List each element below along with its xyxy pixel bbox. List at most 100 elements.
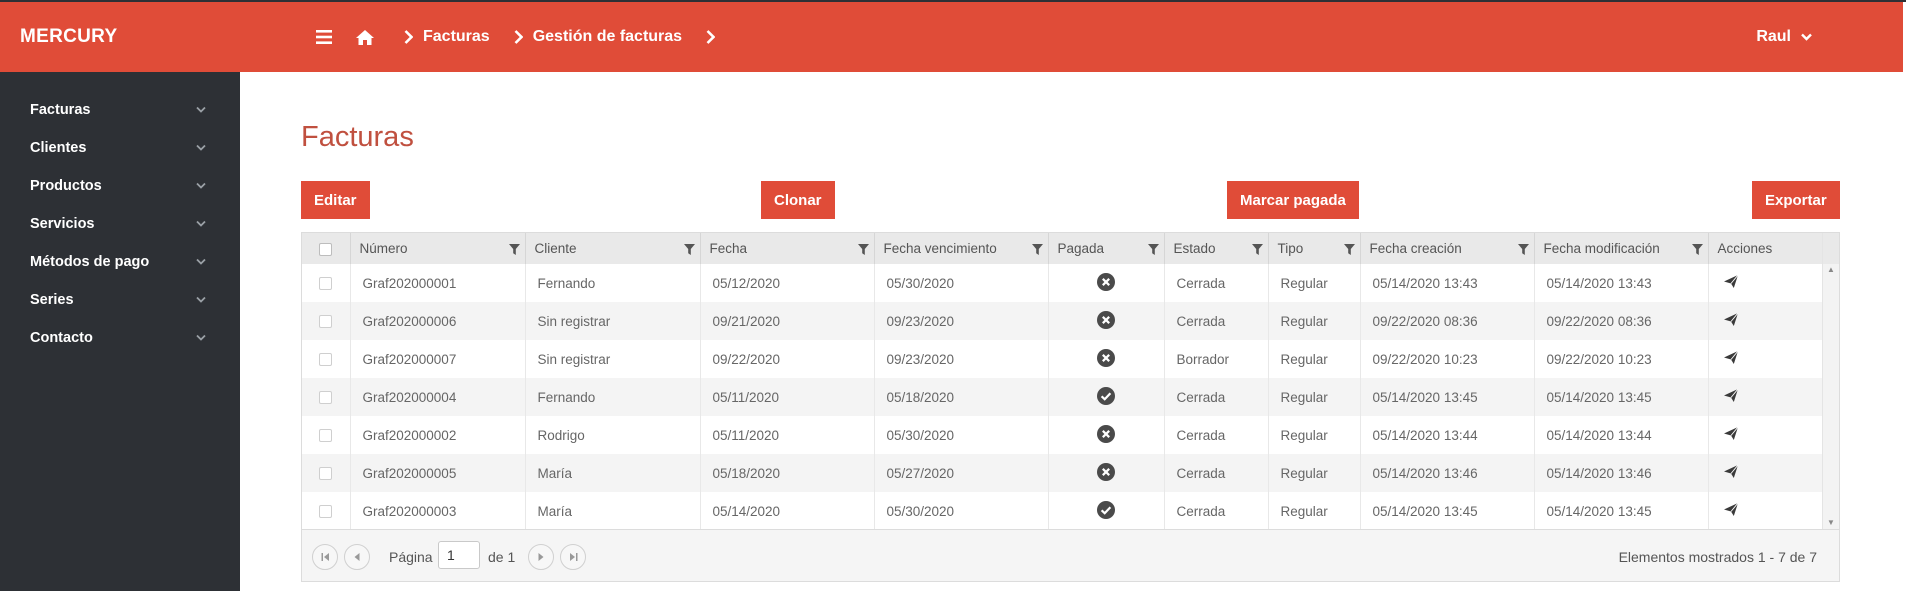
- edit-button[interactable]: Editar: [301, 181, 370, 219]
- filter-icon[interactable]: [683, 244, 695, 255]
- column-header-fecha-modificacion[interactable]: Fecha modificación: [1534, 233, 1709, 264]
- vertical-scrollbar[interactable]: ▲ ▼: [1822, 233, 1839, 529]
- filter-icon[interactable]: [1691, 244, 1703, 255]
- column-header-label: Número: [359, 241, 408, 256]
- app-brand[interactable]: MERCURY: [20, 26, 117, 48]
- items-shown-info: Elementos mostrados 1 - 7 de 7: [1618, 549, 1817, 565]
- table-row[interactable]: Graf202000005 María 05/18/2020 05/27/2020 Ce…: [302, 454, 1824, 492]
- row-actions-cell: [1708, 264, 1824, 302]
- table-row[interactable]: Graf202000006 Sin registrar 09/21/2020 09/2…: [302, 302, 1824, 340]
- column-header-fecha-vencimiento[interactable]: Fecha vencimiento: [874, 233, 1049, 264]
- breadcrumb-gestion-facturas[interactable]: Gestión de facturas: [533, 28, 682, 46]
- cell-numero: Graf202000007: [350, 340, 526, 378]
- cell-estado: Cerrada: [1164, 264, 1269, 302]
- send-icon[interactable]: [1723, 464, 1738, 478]
- mark-paid-button[interactable]: Marcar pagada: [1227, 181, 1359, 219]
- filter-icon[interactable]: [857, 244, 869, 255]
- first-page-icon: [321, 553, 329, 561]
- cell-estado: Borrador: [1164, 340, 1269, 378]
- filter-icon[interactable]: [1517, 244, 1529, 255]
- send-icon[interactable]: [1723, 426, 1738, 440]
- cell-fecha: 05/14/2020: [700, 492, 875, 530]
- cell-tipo: Regular: [1268, 264, 1361, 302]
- row-select-cell: [302, 340, 351, 378]
- first-page-button[interactable]: [312, 544, 338, 570]
- cell-tipo: Regular: [1268, 492, 1361, 530]
- cell-numero: Graf202000001: [350, 264, 526, 302]
- filter-icon[interactable]: [1343, 244, 1355, 255]
- send-icon[interactable]: [1723, 274, 1738, 288]
- filter-icon[interactable]: [1031, 244, 1043, 255]
- home-icon[interactable]: [356, 29, 374, 45]
- row-actions-cell: [1708, 492, 1824, 530]
- chevron-right-icon: [706, 30, 716, 44]
- clone-button[interactable]: Clonar: [761, 181, 835, 219]
- scroll-up-arrow-icon[interactable]: ▲: [1823, 265, 1839, 274]
- column-header-estado[interactable]: Estado: [1164, 233, 1269, 264]
- chevron-down-icon: [196, 258, 206, 265]
- filter-icon[interactable]: [1147, 244, 1159, 255]
- sidebar-item-contacto[interactable]: Contacto: [0, 319, 240, 357]
- table-row[interactable]: Graf202000007 Sin registrar 09/22/2020 09/2…: [302, 340, 1824, 378]
- sidebar-item-clientes[interactable]: Clientes: [0, 129, 240, 167]
- table-row[interactable]: Graf202000001 Fernando 05/12/2020 05/30/202…: [302, 264, 1824, 302]
- hamburger-icon[interactable]: [316, 30, 332, 44]
- row-checkbox[interactable]: [319, 277, 333, 291]
- x-circle-icon: [1097, 272, 1115, 291]
- export-button[interactable]: Exportar: [1752, 181, 1840, 219]
- breadcrumb-facturas[interactable]: Facturas: [423, 28, 490, 46]
- cell-fecha: 05/12/2020: [700, 264, 875, 302]
- chevron-down-icon: [196, 220, 206, 227]
- filter-icon[interactable]: [508, 244, 520, 255]
- column-header-label: Fecha: [709, 241, 748, 256]
- row-checkbox[interactable]: [319, 467, 333, 481]
- row-select-cell: [302, 264, 351, 302]
- previous-page-icon: [354, 553, 360, 561]
- row-checkbox[interactable]: [319, 505, 333, 519]
- column-header-label: Estado: [1173, 241, 1216, 256]
- column-header-label: Tipo: [1277, 241, 1304, 256]
- sidebar-item-productos[interactable]: Productos: [0, 167, 240, 205]
- table-row[interactable]: Graf202000004 Fernando 05/11/2020 05/18/202…: [302, 378, 1824, 416]
- send-icon[interactable]: [1723, 388, 1738, 402]
- check-circle-icon: [1097, 500, 1115, 519]
- last-page-button[interactable]: [560, 544, 586, 570]
- next-page-button[interactable]: [528, 544, 554, 570]
- cell-modificacion: 05/14/2020 13:43: [1534, 264, 1709, 302]
- select-all-checkbox[interactable]: [319, 242, 333, 256]
- previous-page-button[interactable]: [344, 544, 370, 570]
- cell-tipo: Regular: [1268, 302, 1361, 340]
- send-icon[interactable]: [1723, 312, 1738, 326]
- cell-numero: Graf202000006: [350, 302, 526, 340]
- scroll-down-arrow-icon[interactable]: ▼: [1823, 518, 1839, 527]
- table-row[interactable]: Graf202000003 María 05/14/2020 05/30/2020 Ce…: [302, 492, 1824, 530]
- x-circle-icon: [1097, 462, 1115, 481]
- send-icon[interactable]: [1723, 502, 1738, 516]
- column-header-fecha-creacion[interactable]: Fecha creación: [1360, 233, 1535, 264]
- next-page-icon: [538, 553, 544, 561]
- user-menu[interactable]: Raul: [1756, 2, 1812, 72]
- row-checkbox[interactable]: [319, 391, 333, 405]
- filter-icon[interactable]: [1251, 244, 1263, 255]
- sidebar-item-servicios[interactable]: Servicios: [0, 205, 240, 243]
- sidebar-item-metodos-pago[interactable]: Métodos de pago: [0, 243, 240, 281]
- column-header-pagada[interactable]: Pagada: [1048, 233, 1165, 264]
- table-row[interactable]: Graf202000002 Rodrigo 05/11/2020 05/30/2020…: [302, 416, 1824, 454]
- column-header-cliente[interactable]: Cliente: [525, 233, 701, 264]
- send-icon[interactable]: [1723, 350, 1738, 364]
- row-checkbox[interactable]: [319, 315, 333, 329]
- row-checkbox[interactable]: [319, 429, 333, 443]
- paid-status-cell: [1048, 378, 1165, 416]
- cell-fecha: 09/21/2020: [700, 302, 875, 340]
- column-header-fecha[interactable]: Fecha: [700, 233, 875, 264]
- column-header-tipo[interactable]: Tipo: [1268, 233, 1361, 264]
- sidebar-item-series[interactable]: Series: [0, 281, 240, 319]
- cell-vencimiento: 05/30/2020: [874, 416, 1049, 454]
- sidebar-item-facturas[interactable]: Facturas: [0, 91, 240, 129]
- cell-vencimiento: 05/27/2020: [874, 454, 1049, 492]
- column-header-label: Fecha creación: [1369, 241, 1462, 256]
- row-checkbox[interactable]: [319, 353, 333, 367]
- cell-creacion: 05/14/2020 13:45: [1360, 378, 1535, 416]
- column-header-numero[interactable]: Número: [350, 233, 526, 264]
- page-number-input[interactable]: [438, 541, 480, 569]
